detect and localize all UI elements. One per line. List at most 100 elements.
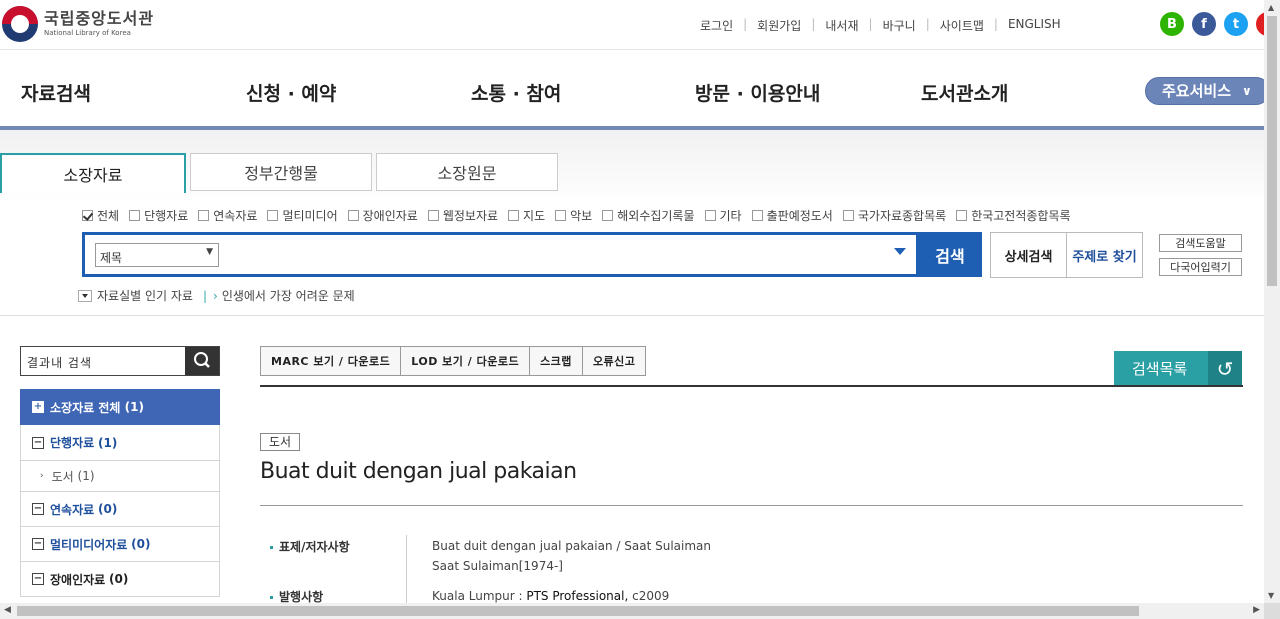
search-button[interactable]: 검색: [918, 232, 982, 277]
autocomplete-toggle-icon[interactable]: [894, 248, 906, 255]
filter-checkbox[interactable]: 국가자료종합목록: [842, 207, 946, 224]
scroll-down-icon[interactable]: ▼: [1268, 591, 1274, 600]
tab-digital-originals[interactable]: 소장원문: [376, 153, 558, 191]
filter-label: 멀티미디어: [282, 209, 338, 223]
nav-item-community[interactable]: 소통 · 참여: [471, 79, 561, 106]
login-link[interactable]: 로그인: [690, 17, 743, 34]
checkbox-icon[interactable]: [842, 210, 854, 221]
filter-checkbox[interactable]: 기타: [704, 207, 742, 224]
search-area: 소장자료 정부간행물 소장원문 전체 단행자료 연속자료 멀티미디어 장애인자료 웹정보자…: [0, 130, 1264, 316]
refresh-icon: ↺: [1208, 351, 1242, 386]
filter-label: 기타: [719, 209, 742, 223]
scroll-right-icon[interactable]: ▶: [1253, 605, 1260, 615]
author-authority-value[interactable]: Saat Sulaiman[1974-]: [432, 559, 563, 573]
nav-item-search[interactable]: 자료검색: [21, 79, 91, 106]
search-help-button[interactable]: 검색도움말: [1159, 234, 1242, 252]
filter-checkbox[interactable]: 악보: [555, 207, 592, 224]
my-library-link[interactable]: 내서재: [815, 17, 868, 34]
filter-checkbox[interactable]: 단행자료: [129, 207, 188, 224]
scrollbar-thumb[interactable]: [1267, 16, 1277, 286]
library-logo[interactable]: 국립중앙도서관 National Library of Korea: [2, 6, 154, 42]
filter-checkbox[interactable]: 지도: [508, 207, 545, 224]
collapse-icon: −: [32, 573, 44, 585]
english-link[interactable]: ENGLISH: [998, 17, 1071, 34]
lod-view-button[interactable]: LOD 보기 / 다운로드: [400, 346, 531, 376]
filter-checkbox[interactable]: 연속자료: [198, 207, 257, 224]
material-type-badge: 도서: [260, 433, 301, 451]
scrollbar-corner: [1264, 603, 1280, 619]
checkbox-icon[interactable]: [751, 210, 763, 221]
facet-books[interactable]: › 도서 (1): [20, 461, 220, 492]
in-result-search-input[interactable]: 결과내 검색: [27, 354, 92, 371]
checkbox-icon[interactable]: [555, 210, 567, 221]
chevron-down-icon: ∨: [1242, 84, 1252, 98]
checkbox-icon[interactable]: [956, 210, 968, 221]
main-navigation: 자료검색 신청 · 예약 소통 · 참여 방문 · 이용안내 도서관소개: [0, 51, 1264, 127]
filter-checkbox[interactable]: 출판예정도서: [751, 207, 833, 224]
facet-serials[interactable]: − 연속자료 (0): [20, 492, 220, 527]
checkbox-icon[interactable]: [508, 210, 520, 221]
checkbox-icon[interactable]: [704, 210, 716, 221]
report-error-button[interactable]: 오류신고: [581, 346, 647, 376]
scrollbar-thumb[interactable]: [17, 606, 1139, 616]
checkbox-icon[interactable]: [427, 210, 439, 221]
horizontal-scrollbar[interactable]: ◀ ▶: [0, 603, 1264, 619]
facebook-icon[interactable]: f: [1192, 12, 1216, 36]
facet-all-holdings[interactable]: + 소장자료 전체 (1): [20, 389, 220, 425]
scroll-left-icon[interactable]: ◀: [4, 605, 11, 615]
filter-checkbox[interactable]: 전체: [82, 207, 119, 224]
signup-link[interactable]: 회원가입: [747, 17, 811, 34]
filter-checkbox[interactable]: 멀티미디어: [267, 207, 338, 224]
multilang-input-button[interactable]: 다국어입력기: [1159, 258, 1242, 276]
dropdown-toggle-icon[interactable]: [78, 289, 92, 302]
twitter-icon[interactable]: t: [1224, 12, 1248, 36]
checkbox-icon[interactable]: [347, 210, 359, 221]
filter-checkbox[interactable]: 웹정보자료: [427, 207, 499, 224]
collapse-icon: −: [32, 503, 44, 515]
field-divider: [406, 535, 407, 605]
filter-label: 해외수집기록물: [617, 209, 695, 223]
popular-label[interactable]: 자료실별 인기 자료: [97, 287, 193, 304]
tab-holdings[interactable]: 소장자료: [0, 153, 186, 193]
checkbox-icon[interactable]: [198, 210, 210, 221]
record-title: Buat duit dengan jual pakaian: [260, 459, 577, 484]
detail-search-button[interactable]: 상세검색: [990, 232, 1067, 278]
filter-label: 웹정보자료: [442, 209, 499, 223]
checkbox-icon[interactable]: [129, 210, 141, 221]
popular-link[interactable]: 인생에서 가장 어려운 문제: [222, 287, 355, 304]
tab-government-publications[interactable]: 정부간행물: [190, 153, 372, 191]
basket-link[interactable]: 바구니: [873, 17, 926, 34]
checkbox-icon[interactable]: [267, 210, 279, 221]
select-arrow-icon: ▼: [206, 247, 213, 257]
scroll-up-icon[interactable]: ▲: [1268, 3, 1274, 12]
filter-checkbox[interactable]: 장애인자료: [347, 207, 418, 224]
marc-view-button[interactable]: MARC 보기 / 다운로드: [260, 346, 402, 376]
filter-label: 단행자료: [144, 209, 189, 223]
vertical-scrollbar[interactable]: ▲ ▼: [1264, 0, 1280, 603]
search-field-value: 제목: [100, 251, 123, 265]
nav-item-about[interactable]: 도서관소개: [921, 79, 1008, 106]
facet-multimedia[interactable]: − 멀티미디어자료 (0): [20, 527, 220, 562]
result-actions: MARC 보기 / 다운로드 LOD 보기 / 다운로드 스크랩 오류신고: [260, 346, 647, 376]
scrap-button[interactable]: 스크랩: [529, 346, 583, 376]
logo-title: 국립중앙도서관: [44, 9, 155, 28]
search-list-button[interactable]: 검색목록 ↺: [1114, 351, 1242, 386]
filter-checkbox[interactable]: 한국고전적종합목록: [956, 207, 1071, 224]
search-field-select[interactable]: 제목 ▼: [95, 243, 219, 267]
in-result-search[interactable]: 결과내 검색: [20, 346, 220, 376]
popular-materials: 자료실별 인기 자료 | › 인생에서 가장 어려운 문제: [78, 287, 355, 304]
nav-item-visit[interactable]: 방문 · 이용안내: [695, 79, 820, 106]
main-service-button[interactable]: 주요서비스 ∨: [1145, 77, 1270, 105]
search-icon[interactable]: [185, 347, 219, 375]
blog-icon[interactable]: B: [1160, 12, 1184, 36]
checkbox-checked-icon[interactable]: [82, 210, 93, 221]
checkbox-icon[interactable]: [602, 210, 614, 221]
social-links: B f t: [1160, 12, 1280, 36]
collapse-icon: −: [32, 538, 44, 550]
subject-search-button[interactable]: 주제로 찾기: [1066, 232, 1143, 278]
nav-item-request[interactable]: 신청 · 예약: [246, 79, 336, 106]
sitemap-link[interactable]: 사이트맵: [930, 17, 994, 34]
facet-monographs[interactable]: − 단행자료 (1): [20, 425, 220, 461]
facet-accessible[interactable]: − 장애인자료 (0): [20, 562, 220, 597]
filter-checkbox[interactable]: 해외수집기록물: [602, 207, 695, 224]
